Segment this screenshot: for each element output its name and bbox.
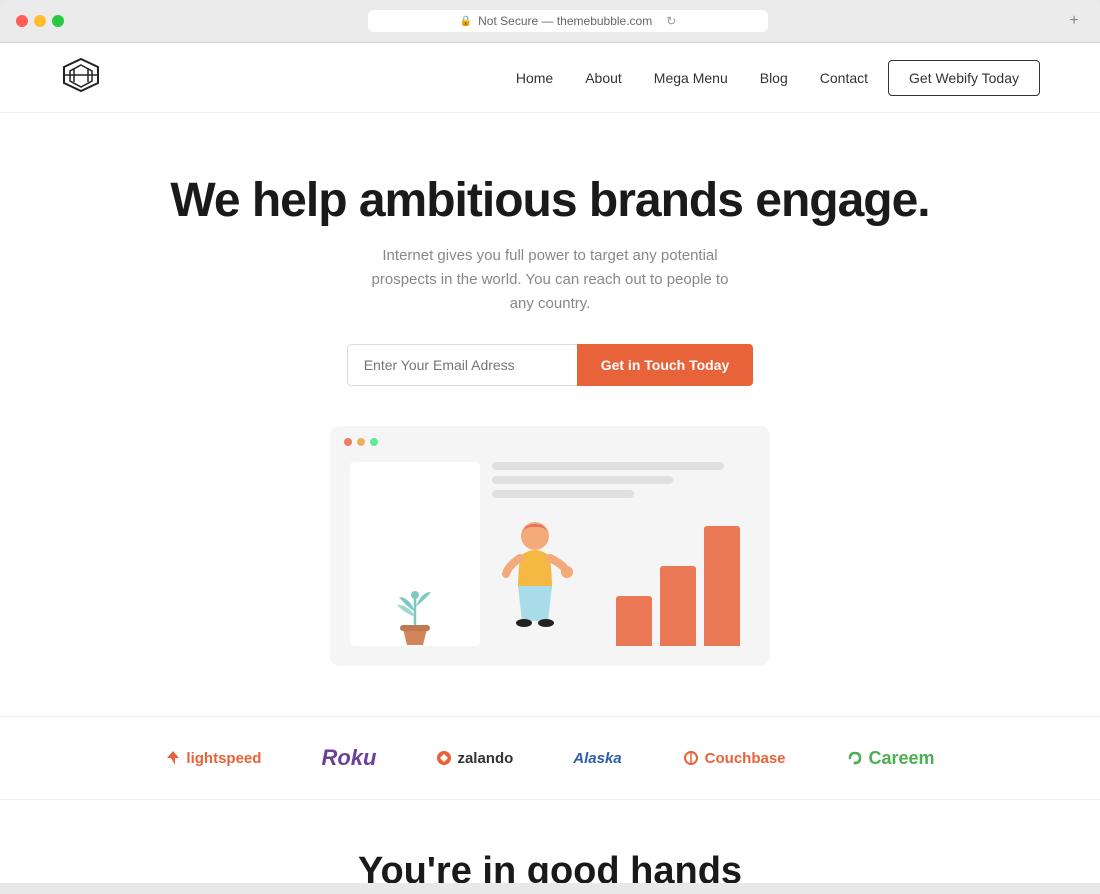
lightspeed-icon [165,750,181,766]
bar-1 [616,596,652,646]
illustration-container [330,426,770,666]
zalando-icon [436,750,452,766]
careem-icon [846,749,864,767]
bar-3 [704,526,740,646]
dot-green [370,438,378,446]
bar-chart [616,526,740,646]
nav-contact[interactable]: Contact [820,70,868,86]
nav-links: Home About Mega Menu Blog Contact [516,70,868,86]
nav-about[interactable]: About [585,70,622,86]
brand-careem: Careem [846,748,935,769]
brand-alaska: Alaska [573,750,621,767]
mock-line-2 [492,476,673,484]
brand-zalando: zalando [436,750,513,767]
browser-chrome: 🔒 Not Secure — themebubble.com ↻ + Home [0,0,1100,883]
lock-icon: 🔒 [460,16,472,27]
brand-roku: Roku [321,745,376,771]
address-text: Not Secure — themebubble.com [478,14,652,28]
plant-illustration [385,567,445,652]
bar-2 [660,566,696,646]
person-illustration [490,516,580,651]
new-tab-button[interactable]: + [1064,11,1084,31]
email-input[interactable] [347,344,577,386]
brands-section: lightspeed Roku zalando Alaska C [0,716,1100,800]
nav-home[interactable]: Home [516,70,553,86]
address-bar-wrapper: 🔒 Not Secure — themebubble.com ↻ [80,10,1056,32]
illustration-dots [344,438,378,446]
maximize-button[interactable] [52,15,64,27]
hero-title: We help ambitious brands engage. [20,173,1080,228]
dot-yellow [357,438,365,446]
dot-red [344,438,352,446]
nav-cta-button[interactable]: Get Webify Today [888,60,1040,96]
hero-section: We help ambitious brands engage. Interne… [0,113,1100,706]
hero-illustration [20,426,1080,666]
logo[interactable] [60,57,102,98]
hero-form: Get in Touch Today [20,344,1080,386]
get-in-touch-button[interactable]: Get in Touch Today [577,344,754,386]
navigation: Home About Mega Menu Blog Contact Get We… [0,43,1100,113]
minimize-button[interactable] [34,15,46,27]
website-content: Home About Mega Menu Blog Contact Get We… [0,43,1100,883]
traffic-lights [16,15,64,27]
mock-content [492,462,750,522]
hero-subtitle: Internet gives you full power to target … [360,244,740,316]
couchbase-icon [682,751,700,765]
address-bar[interactable]: 🔒 Not Secure — themebubble.com ↻ [368,10,768,32]
mock-line-1 [492,462,724,470]
browser-titlebar: 🔒 Not Secure — themebubble.com ↻ + [0,0,1100,43]
nav-mega-menu[interactable]: Mega Menu [654,70,728,86]
good-hands-section: You're in good hands Fitst see how your … [0,800,1100,883]
brand-couchbase: Couchbase [682,750,786,767]
brand-lightspeed: lightspeed [165,750,261,767]
mock-line-3 [492,490,634,498]
reload-icon[interactable]: ↻ [666,14,676,28]
good-hands-title: You're in good hands [20,850,1080,883]
close-button[interactable] [16,15,28,27]
nav-blog[interactable]: Blog [760,70,788,86]
